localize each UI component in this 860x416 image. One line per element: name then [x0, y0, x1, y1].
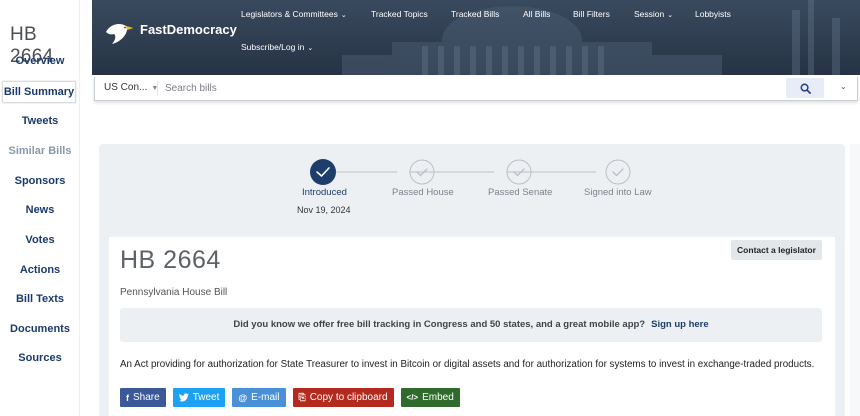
facebook-icon: f: [126, 392, 129, 403]
tweet-label: Tweet: [192, 392, 220, 403]
sidebar-item-bill-summary[interactable]: Bill Summary: [2, 81, 76, 103]
step-label-passed-house: Passed House: [392, 187, 454, 198]
bill-title: HB 2664: [120, 246, 221, 274]
search-button[interactable]: [786, 78, 824, 98]
nav-all-bills[interactable]: All Bills: [523, 9, 550, 19]
introduced-date: Nov 19, 2024: [297, 205, 351, 215]
bill-progress-tracker: [310, 159, 631, 185]
nav-legislators-committees[interactable]: Legislators & Committees ⌄: [241, 9, 347, 19]
share-buttons: f Share Tweet @ E-mail ⎘ Copy to clipboard …: [120, 388, 460, 407]
clipboard-icon: ⎘: [298, 392, 306, 402]
search-icon: [800, 83, 811, 94]
embed-label: Embed: [422, 392, 454, 403]
subscribe-label: Subscribe/Log in: [241, 42, 305, 52]
chevron-down-icon: ⌄: [307, 45, 314, 52]
nav-session[interactable]: Session ⌄: [634, 9, 673, 19]
chevron-down-icon: ⌄: [340, 12, 347, 19]
sign-up-link[interactable]: Sign up here: [651, 319, 709, 330]
sidebar-item-similar-bills[interactable]: Similar Bills: [0, 141, 80, 161]
copy-label: Copy to clipboard: [309, 392, 388, 403]
share-label: Share: [133, 392, 160, 403]
page-scroll-edge: [850, 144, 860, 416]
twitter-icon: [178, 393, 189, 402]
search-input[interactable]: [165, 80, 765, 97]
embed-button[interactable]: </> Embed: [400, 388, 460, 407]
sidebar-item-news[interactable]: News: [0, 200, 80, 220]
share-facebook-button[interactable]: f Share: [120, 388, 166, 407]
nav-tracked-topics[interactable]: Tracked Topics: [371, 9, 428, 19]
sidebar: HB 2664 Overview Bill Summary Tweets Sim…: [0, 0, 80, 416]
eagle-logo-icon[interactable]: [104, 20, 134, 46]
promo-banner: Did you know we offer free bill tracking…: [120, 308, 822, 342]
tweet-button[interactable]: Tweet: [172, 388, 226, 407]
bill-overview-card: Introduced Passed House Passed Senate Si…: [99, 144, 845, 416]
contact-legislator-button[interactable]: Contact a legislator: [731, 240, 822, 260]
site-header: FastDemocracy Legislators & Committees ⌄ …: [92, 0, 860, 75]
bill-detail-panel: HB 2664 Contact a legislator Pennsylvani…: [109, 237, 835, 416]
brand-name[interactable]: FastDemocracy: [140, 22, 237, 37]
step-label-signed-into-law: Signed into Law: [584, 187, 652, 198]
nav-label: Legislators & Committees: [241, 9, 338, 19]
sidebar-item-actions[interactable]: Actions: [0, 260, 80, 280]
search-scope-select[interactable]: US Con... ▼: [104, 82, 158, 93]
subscribe-login-menu[interactable]: Subscribe/Log in ⌄: [241, 42, 313, 52]
sidebar-item-overview[interactable]: Overview: [0, 51, 80, 71]
copy-to-clipboard-button[interactable]: ⎘ Copy to clipboard: [292, 388, 394, 407]
email-button[interactable]: @ E-mail: [232, 388, 286, 407]
search-divider: [157, 81, 158, 96]
search-bar: US Con...▼ ⌄: [94, 77, 858, 101]
nav-label: Session: [634, 9, 665, 19]
sidebar-item-documents[interactable]: Documents: [0, 319, 80, 339]
step-signed-into-law-icon: [605, 159, 631, 185]
step-label-passed-senate: Passed Senate: [488, 187, 553, 198]
step-label-introduced: Introduced: [302, 187, 347, 198]
search-scope-value: US Con...: [104, 82, 148, 93]
sidebar-item-sources[interactable]: Sources: [0, 348, 80, 368]
bill-type: Pennsylvania House Bill: [120, 287, 228, 298]
promo-text: Did you know we offer free bill tracking…: [233, 319, 646, 330]
sidebar-item-bill-texts[interactable]: Bill Texts: [0, 289, 80, 309]
chevron-down-icon: ⌄: [667, 12, 674, 19]
code-icon: </>: [406, 393, 419, 402]
sidebar-item-sponsors[interactable]: Sponsors: [0, 171, 80, 191]
nav-tracked-bills[interactable]: Tracked Bills: [451, 9, 499, 19]
sidebar-item-tweets[interactable]: Tweets: [0, 111, 80, 131]
step-introduced-icon: [310, 159, 336, 185]
email-label: E-mail: [251, 392, 280, 403]
sidebar-item-votes[interactable]: Votes: [0, 230, 80, 250]
nav-lobbyists[interactable]: Lobbyists: [695, 9, 731, 19]
chevron-down-icon[interactable]: ⌄: [840, 82, 847, 91]
email-icon: @: [238, 392, 248, 403]
bill-description: An Act providing for authorization for S…: [120, 359, 815, 370]
nav-bill-filters[interactable]: Bill Filters: [573, 9, 610, 19]
